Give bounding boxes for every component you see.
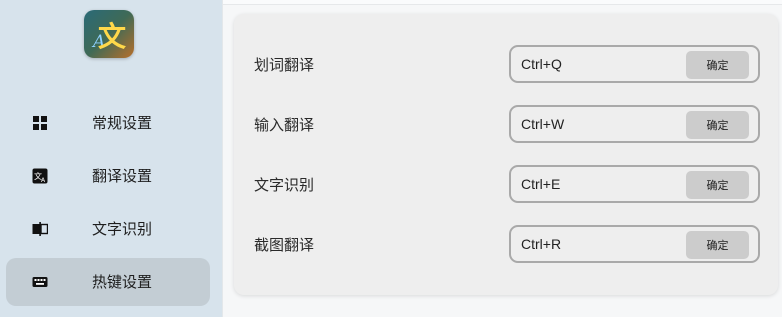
- grid-icon: [33, 116, 47, 130]
- sidebar-item-hotkeys[interactable]: 热键设置: [6, 258, 210, 306]
- translate-icon: 文 A: [32, 168, 48, 184]
- sidebar-item-ocr[interactable]: 文字识别: [6, 205, 210, 253]
- sidebar: A 文 常规设置 文 A 翻译设置 文字识别 热键设置: [0, 0, 223, 317]
- confirm-button[interactable]: 确定: [686, 171, 749, 199]
- logo-main-glyph: 文: [98, 20, 127, 53]
- hotkey-input[interactable]: [521, 174, 671, 194]
- confirm-button[interactable]: 确定: [686, 231, 749, 259]
- hotkey-label-screenshot-translate: 截图翻译: [254, 236, 315, 254]
- sidebar-item-general[interactable]: 常规设置: [6, 99, 210, 147]
- app-logo: A 文: [84, 10, 134, 58]
- hotkey-input[interactable]: [521, 234, 671, 254]
- hotkey-field-input-translate: 确定: [509, 105, 760, 143]
- hotkey-label-input-translate: 输入翻译: [254, 116, 315, 134]
- hotkey-label-ocr: 文字识别: [254, 176, 315, 194]
- hotkey-input[interactable]: [521, 114, 671, 134]
- confirm-button[interactable]: 确定: [686, 51, 749, 79]
- hotkey-settings-panel: 划词翻译 确定 输入翻译 确定 文字识别 确定 截图翻译 确定: [234, 14, 778, 295]
- hotkey-field-word-translate: 确定: [509, 45, 760, 83]
- ocr-icon: [32, 222, 48, 236]
- confirm-button[interactable]: 确定: [686, 111, 749, 139]
- sidebar-item-label: 翻译设置: [92, 167, 153, 185]
- keyboard-icon: [32, 277, 48, 287]
- hotkey-field-screenshot-translate: 确定: [509, 225, 760, 263]
- sidebar-item-translate[interactable]: 文 A 翻译设置: [6, 152, 210, 200]
- hotkey-field-ocr: 确定: [509, 165, 760, 203]
- sidebar-item-label: 常规设置: [92, 114, 153, 132]
- sidebar-item-label: 热键设置: [92, 273, 153, 291]
- sidebar-item-label: 文字识别: [92, 220, 153, 238]
- hotkey-label-word-translate: 划词翻译: [254, 56, 315, 74]
- hotkey-input[interactable]: [521, 54, 671, 74]
- top-divider: [223, 0, 782, 5]
